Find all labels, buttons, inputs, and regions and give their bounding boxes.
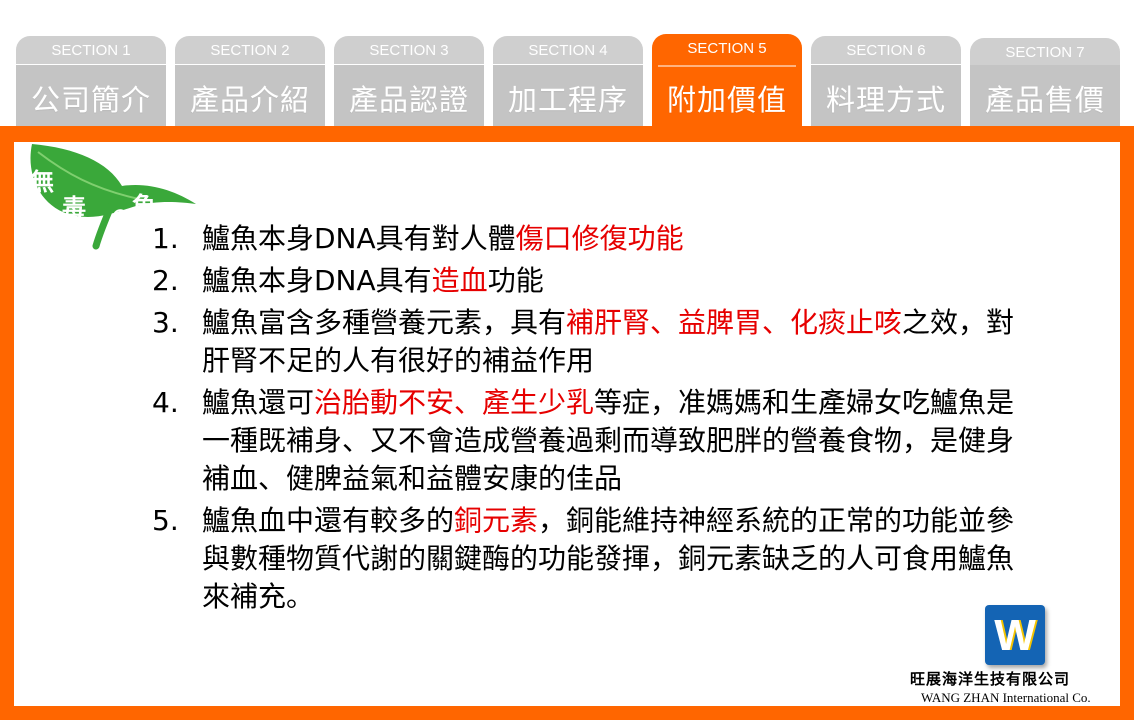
badge-char-3: の [112, 206, 129, 225]
tab-section-label: SECTION 5 [652, 34, 802, 65]
tab-section-7[interactable]: SECTION 7 產品售價 [970, 34, 1120, 126]
tab-section-label: SECTION 2 [175, 36, 325, 64]
item-number: 5. [152, 504, 179, 537]
item-number: 2. [152, 264, 179, 297]
tab-section-3[interactable]: SECTION 3 產品認證 [334, 34, 484, 126]
tab-section-5[interactable]: SECTION 5 附加價值 [652, 34, 802, 126]
company-name-en: WANG ZHAN International Co. [921, 690, 1091, 705]
company-logo: W [985, 605, 1045, 665]
item-text: 鱸魚還可治胎動不安、產生少乳等症，准媽媽和生產婦女吃鱸魚是一種既補身、又不會造成… [202, 386, 1015, 495]
item-text: 鱸魚本身DNA具有對人體傷口修復功能 [202, 222, 684, 255]
tab-section-label: SECTION 1 [16, 36, 166, 64]
tab-title: 產品介紹 [175, 65, 325, 126]
tab-section-1[interactable]: SECTION 1 公司簡介 [16, 34, 166, 126]
item-text: 鱸魚富含多種營養元素，具有補肝腎、益脾胃、化痰止咳之效，對肝腎不足的人有很好的補… [202, 306, 1015, 377]
tab-title: 料理方式 [811, 65, 961, 126]
item-number: 4. [152, 386, 179, 419]
item-text: 鱸魚血中還有較多的銅元素，銅能維持神經系統的正常的功能並參與數種物質代謝的關鍵酶… [202, 504, 1015, 613]
badge-char-4: 魚 [132, 192, 156, 220]
item-number: 1. [152, 222, 179, 255]
list-item: 3. 鱸魚富含多種營養元素，具有補肝腎、益脾胃、化痰止咳之效，對肝腎不足的人有很… [152, 304, 1052, 380]
list-item: 1. 鱸魚本身DNA具有對人體傷口修復功能 [152, 220, 1052, 258]
tab-section-label: SECTION 7 [970, 38, 1120, 66]
tab-section-label: SECTION 3 [334, 36, 484, 64]
tab-section-6[interactable]: SECTION 6 料理方式 [811, 34, 961, 126]
badge-char-1: 無 [30, 168, 54, 196]
company-name-zh: 旺展海洋生技有限公司 [910, 670, 1071, 688]
item-number: 3. [152, 306, 179, 339]
tab-title: 公司簡介 [16, 65, 166, 126]
tab-section-4[interactable]: SECTION 4 加工程序 [493, 34, 643, 126]
list-item: 4. 鱸魚還可治胎動不安、產生少乳等症，准媽媽和生產婦女吃鱸魚是一種既補身、又不… [152, 384, 1052, 498]
tab-section-label: SECTION 4 [493, 36, 643, 64]
list-item: 2. 鱸魚本身DNA具有造血功能 [152, 262, 1052, 300]
benefits-list: 1. 鱸魚本身DNA具有對人體傷口修復功能 2. 鱸魚本身DNA具有造血功能 3… [152, 220, 1052, 620]
badge-char-2: 毒 [62, 194, 86, 222]
list-item: 5. 鱸魚血中還有較多的銅元素，銅能維持神經系統的正常的功能並參與數種物質代謝的… [152, 502, 1052, 616]
tab-section-2[interactable]: SECTION 2 產品介紹 [175, 34, 325, 126]
section-tabs: SECTION 1 公司簡介 SECTION 2 產品介紹 SECTION 3 … [16, 34, 1120, 126]
tab-title: 產品售價 [970, 65, 1120, 126]
tab-title: 產品認證 [334, 65, 484, 126]
tab-title: 附加價值 [652, 65, 802, 126]
logo-letter: W [994, 611, 1036, 660]
item-text: 鱸魚本身DNA具有造血功能 [202, 264, 544, 297]
tab-section-label: SECTION 6 [811, 36, 961, 64]
tab-title: 加工程序 [493, 65, 643, 126]
